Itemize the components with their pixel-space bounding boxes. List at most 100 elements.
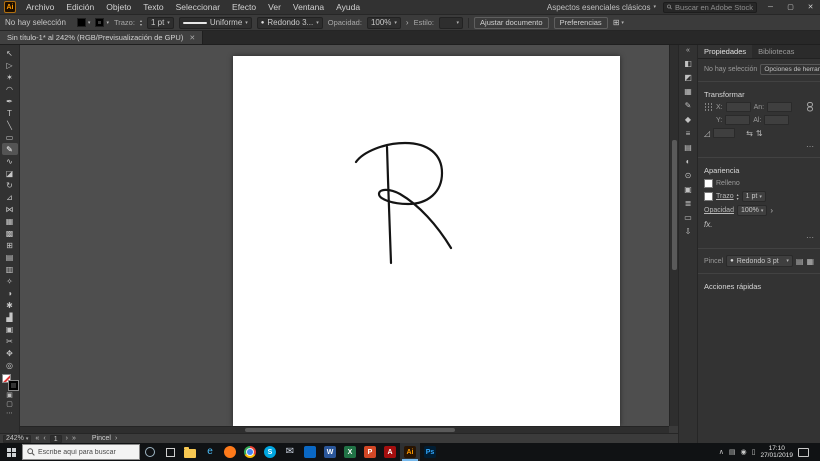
brush-definition-select[interactable]: ● Redondo 3... ▾: [257, 17, 323, 29]
taskbar-app-acrobat[interactable]: A: [380, 443, 400, 461]
menu-item[interactable]: Texto: [137, 0, 169, 15]
transform-more-options-icon[interactable]: ⋯: [806, 142, 814, 151]
stroke-weight-select[interactable]: 1 pt ▾: [742, 191, 766, 202]
taskbar-app-word[interactable]: W: [320, 443, 340, 461]
preferences-button[interactable]: Preferencias: [554, 17, 608, 29]
width-profile-select[interactable]: Uniforme ▾: [179, 17, 252, 29]
cortana-button[interactable]: [140, 443, 160, 461]
eyedropper-tool-icon[interactable]: ✧: [2, 275, 18, 287]
symbols-panel-icon[interactable]: ◆: [681, 112, 696, 126]
zoom-level-select[interactable]: 242% ▾: [3, 435, 31, 443]
y-field[interactable]: [725, 115, 750, 125]
tray-volume-icon[interactable]: ◉: [740, 448, 746, 456]
taskbar-app-powerpoint[interactable]: P: [360, 443, 380, 461]
menu-item[interactable]: Ver: [262, 0, 287, 15]
panel-tab[interactable]: Propiedades: [698, 45, 752, 58]
appearance-more-options-icon[interactable]: ⋯: [806, 233, 814, 242]
layers-panel-icon[interactable]: ≣: [681, 196, 696, 210]
draw-mode-icon[interactable]: ▣: [2, 390, 18, 399]
menu-item[interactable]: Objeto: [100, 0, 137, 15]
swatches-panel-icon[interactable]: ▦: [681, 84, 696, 98]
vertical-scrollbar-thumb[interactable]: [672, 140, 677, 270]
workspace-switcher[interactable]: Aspectos esenciales clásicos ▾: [547, 3, 656, 12]
tray-network-icon[interactable]: ▤: [729, 448, 736, 456]
opacity-panel-chevron-icon[interactable]: ›: [770, 206, 773, 215]
direct-selection-tool-icon[interactable]: ▷: [2, 59, 18, 71]
artboard-number-field[interactable]: 1: [50, 435, 62, 443]
column-graph-tool-icon[interactable]: ▟: [2, 311, 18, 323]
close-button[interactable]: ✕: [804, 3, 817, 11]
pencil-tool-icon[interactable]: ∿: [2, 155, 18, 167]
menu-item[interactable]: Efecto: [226, 0, 262, 15]
taskbar-app-excel[interactable]: X: [340, 443, 360, 461]
gradient-tool-icon[interactable]: ▥: [2, 263, 18, 275]
stroke-weight-stepper[interactable]: ▴ ▾: [737, 193, 739, 201]
taskbar-app-store[interactable]: [300, 443, 320, 461]
stroke-panel-icon[interactable]: ≡: [681, 126, 696, 140]
fx-button[interactable]: fx.: [704, 220, 712, 229]
previous-artboard-button[interactable]: ‹: [43, 435, 45, 442]
taskbar-app-firefox[interactable]: [220, 443, 240, 461]
menu-item[interactable]: Archivo: [20, 0, 60, 15]
slice-tool-icon[interactable]: ✂: [2, 335, 18, 347]
gradient-panel-icon[interactable]: ▤: [681, 140, 696, 154]
horizontal-scrollbar[interactable]: [20, 426, 669, 433]
reference-point-selector-icon[interactable]: [704, 103, 713, 112]
symbol-sprayer-tool-icon[interactable]: ✱: [2, 299, 18, 311]
type-tool-icon[interactable]: T: [2, 107, 18, 119]
stroke-weight-select[interactable]: 1 pt ▾: [147, 17, 174, 29]
fill-swatch-icon[interactable]: [704, 179, 713, 188]
taskbar-app-illustrator[interactable]: Ai: [400, 443, 420, 461]
zoom-tool-icon[interactable]: ◎: [2, 359, 18, 371]
brush-libraries-icon[interactable]: ▤: [796, 257, 804, 266]
tray-chevron-up-icon[interactable]: ∧: [719, 448, 724, 456]
selection-tool-icon[interactable]: ↖: [2, 47, 18, 59]
first-artboard-button[interactable]: «: [35, 435, 39, 442]
lasso-tool-icon[interactable]: ◠: [2, 83, 18, 95]
color-panel-icon[interactable]: ◧: [681, 56, 696, 70]
taskbar-clock[interactable]: 17:10 27/01/2019: [760, 445, 793, 460]
canvas-pasteboard[interactable]: [20, 45, 669, 426]
x-field[interactable]: [726, 102, 751, 112]
magic-wand-tool-icon[interactable]: ✶: [2, 71, 18, 83]
brush-definition-select[interactable]: ● Redondo 3 pt ▾: [726, 255, 793, 267]
transparency-panel-icon[interactable]: ◐: [681, 154, 696, 168]
shape-builder-tool-icon[interactable]: ▩: [2, 227, 18, 239]
brushes-panel-icon[interactable]: ✎: [681, 98, 696, 112]
taskbar-app-file-explorer[interactable]: [180, 443, 200, 461]
next-artboard-button[interactable]: ›: [66, 435, 68, 442]
flip-vertical-icon[interactable]: ⇅: [756, 129, 763, 138]
menu-item[interactable]: Edición: [60, 0, 100, 15]
stroke-link[interactable]: Trazo: [716, 193, 734, 200]
opacity-link[interactable]: Opacidad: [704, 207, 734, 214]
stroke-color-picker[interactable]: ▾: [95, 18, 109, 27]
scale-tool-icon[interactable]: ⊿: [2, 191, 18, 203]
perspective-grid-tool-icon[interactable]: ⊞: [2, 239, 18, 251]
panel-tab[interactable]: Bibliotecas: [752, 45, 800, 58]
document-tab[interactable]: Sin título-1* al 242% (RGB/Previsualizac…: [0, 31, 203, 44]
rotate-angle-field[interactable]: [713, 128, 735, 138]
eraser-tool-icon[interactable]: ◪: [2, 167, 18, 179]
color-guide-panel-icon[interactable]: ◩: [681, 70, 696, 84]
width-field[interactable]: [767, 102, 792, 112]
restore-button[interactable]: ▢: [784, 3, 797, 11]
artboard-tool-icon[interactable]: ▣: [2, 323, 18, 335]
arrange-documents-icon[interactable]: ⊞ ▾: [613, 18, 624, 27]
height-field[interactable]: [764, 115, 789, 125]
pen-tool-icon[interactable]: ✒: [2, 95, 18, 107]
fit-document-button[interactable]: Ajustar documento: [474, 17, 549, 29]
taskbar-app-photoshop[interactable]: Ps: [420, 443, 440, 461]
asset-export-panel-icon[interactable]: ⇩: [681, 224, 696, 238]
hand-tool-icon[interactable]: ✥: [2, 347, 18, 359]
taskbar-app-mail[interactable]: ✉: [280, 443, 300, 461]
opacity-select[interactable]: 100% ▾: [737, 205, 767, 216]
taskbar-app-skype[interactable]: S: [260, 443, 280, 461]
opacity-select[interactable]: 100% ▾: [367, 17, 401, 29]
paintbrush-tool-icon[interactable]: ✎: [2, 143, 18, 155]
rotate-tool-icon[interactable]: ↻: [2, 179, 18, 191]
tray-battery-icon[interactable]: ▯: [752, 448, 756, 456]
graphic-styles-panel-icon[interactable]: ▣: [681, 182, 696, 196]
close-icon[interactable]: ✕: [189, 34, 195, 42]
line-segment-tool-icon[interactable]: ╲: [2, 119, 18, 131]
adobe-stock-search-input[interactable]: Buscar en Adobe Stock: [663, 2, 757, 13]
